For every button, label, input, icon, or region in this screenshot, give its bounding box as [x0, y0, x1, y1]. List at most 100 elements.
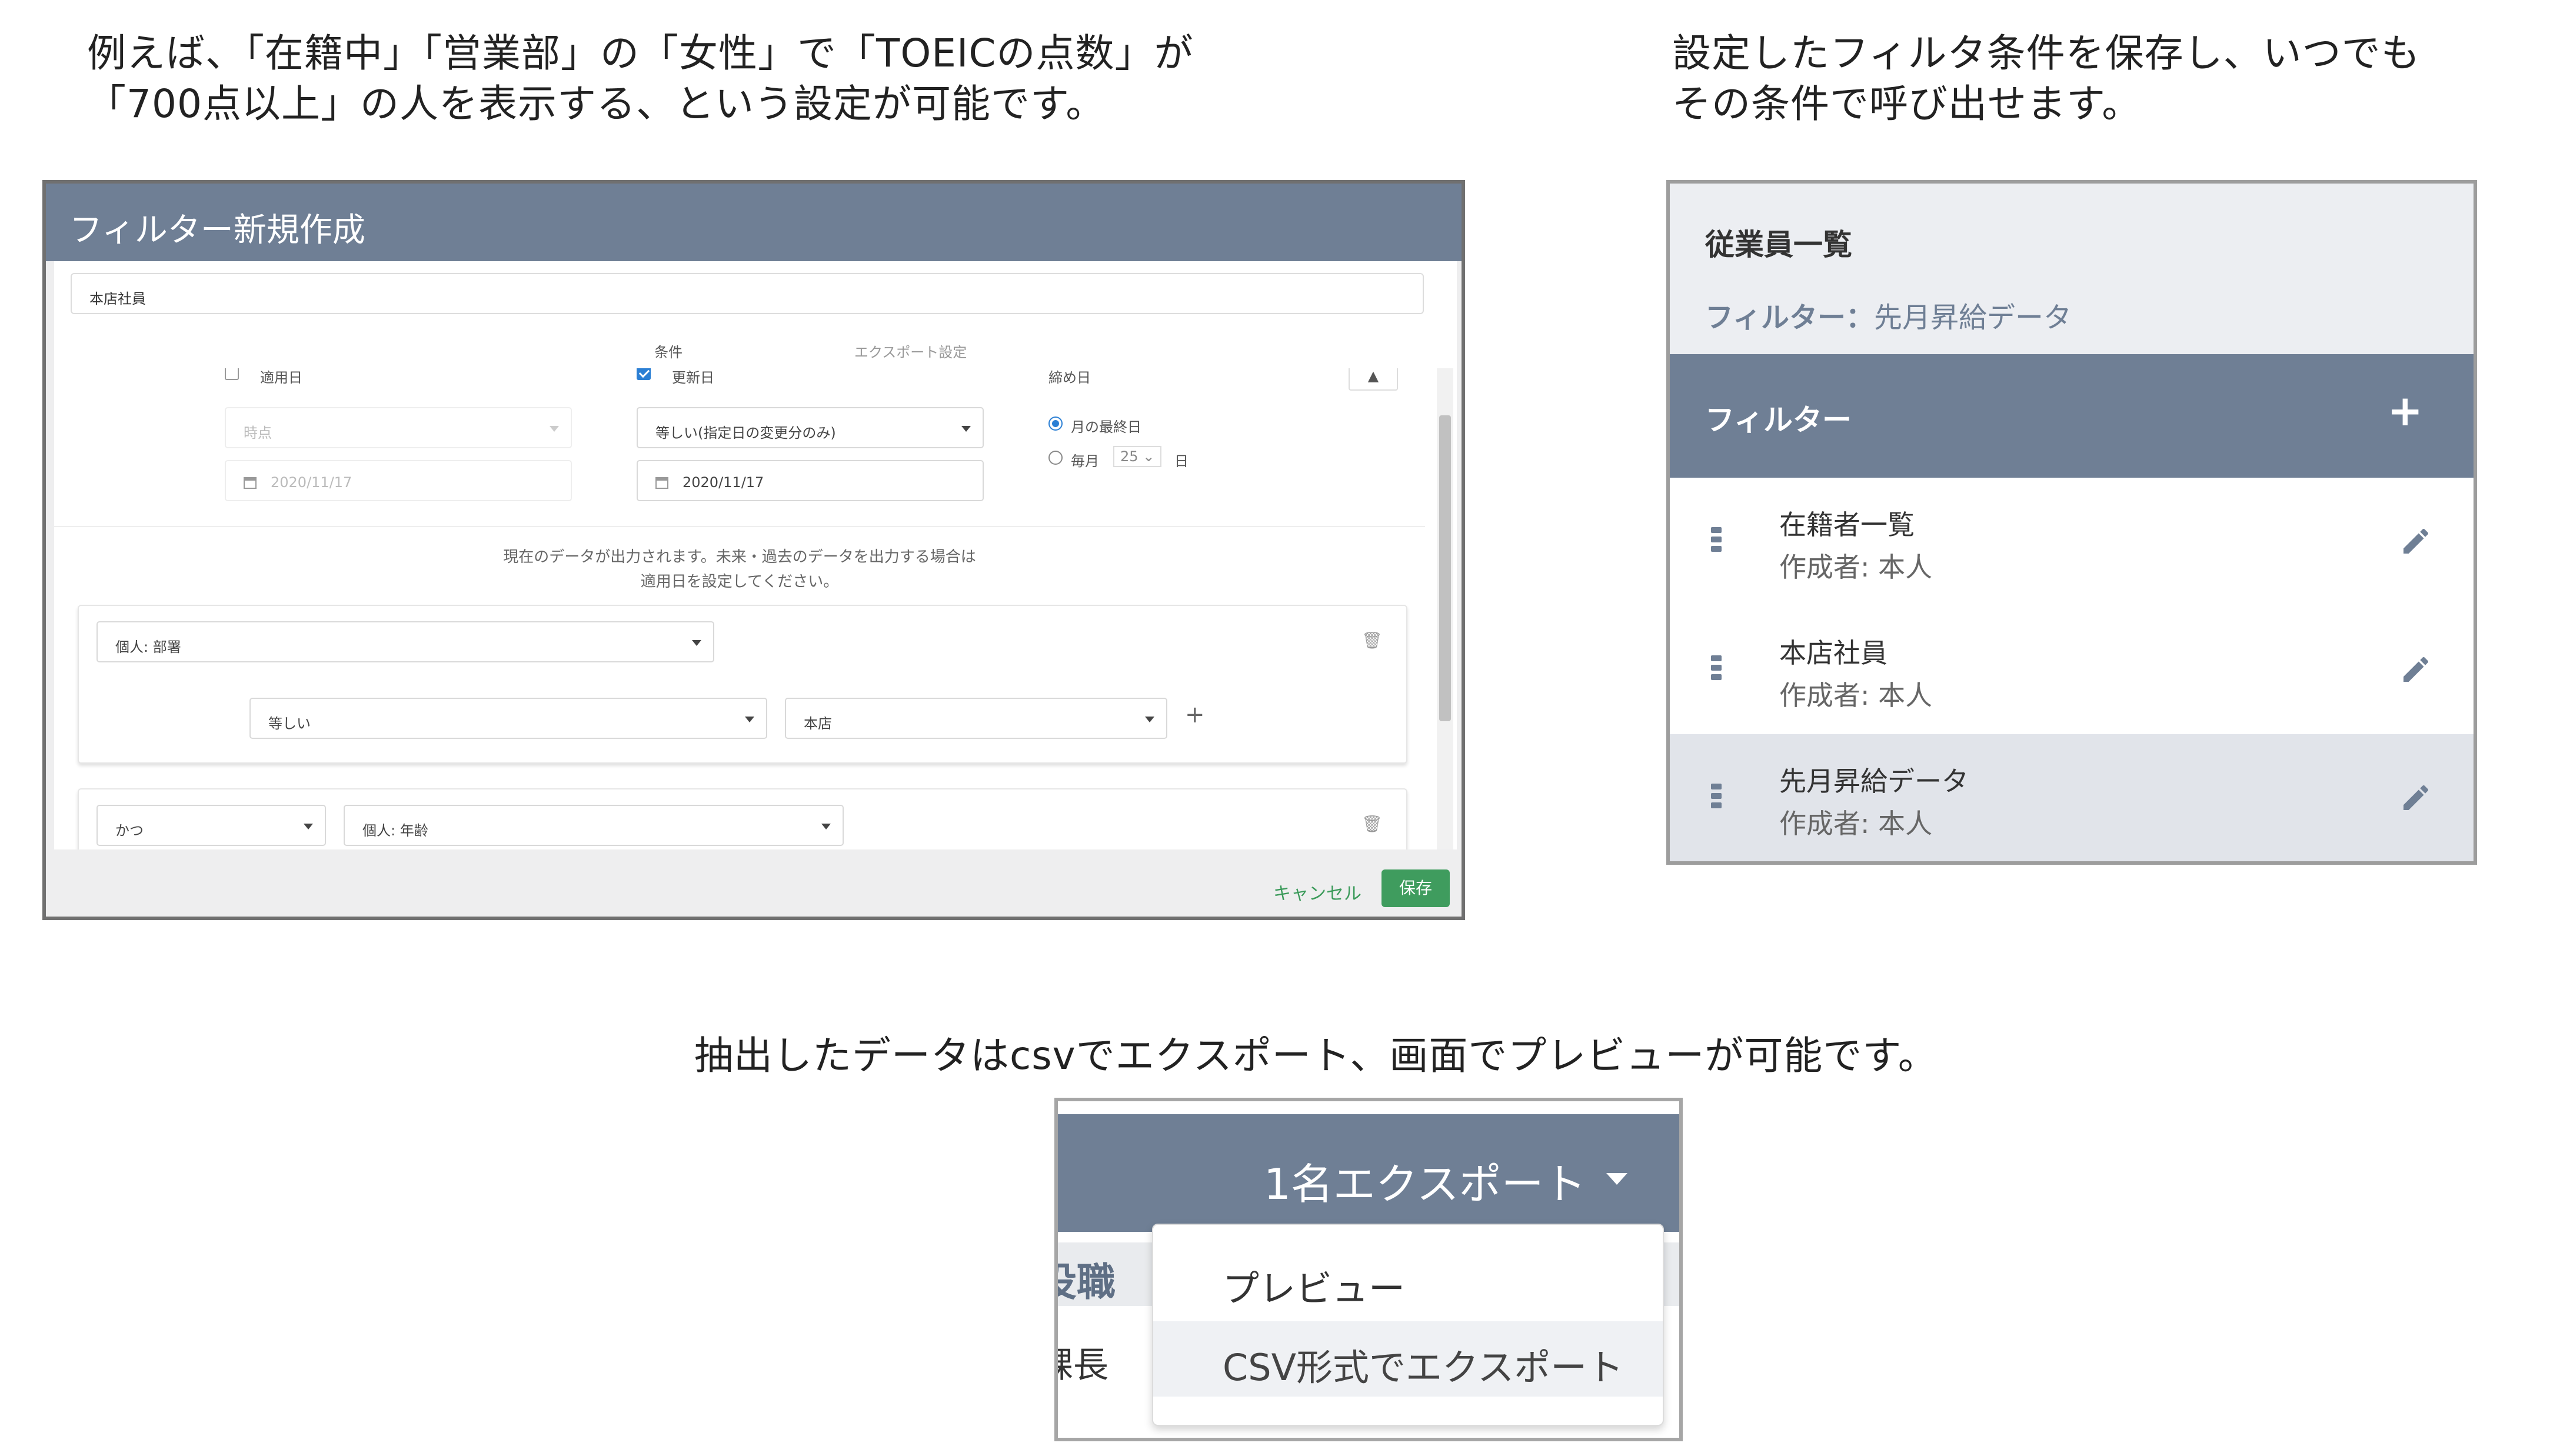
filter-section-title: フィルター — [1705, 403, 1852, 437]
radio-monthly[interactable] — [1048, 451, 1063, 465]
condition-card: かつ 個人: 年齢 🗑 — [78, 788, 1407, 849]
time-point-date-value: 2020/11/17 — [271, 474, 352, 491]
apply-date-label: 適用日 — [260, 369, 302, 386]
radio-monthly-label: 毎月 — [1071, 453, 1099, 469]
filter-section-header: フィルター + — [1670, 354, 2474, 478]
divider — [54, 526, 1425, 527]
time-point-select[interactable]: 時点 — [225, 407, 572, 448]
condition-value-value: 本店 — [804, 715, 832, 732]
filter-name: 先月昇給データ — [1779, 765, 1969, 797]
radio-end-of-month-label: 月の最終日 — [1071, 419, 1141, 435]
caption-line: その条件で呼び出せます。 — [1672, 81, 2142, 126]
calendar-icon — [244, 477, 257, 489]
filter-owner: 作成者: 本人 — [1779, 679, 1933, 711]
pencil-icon[interactable] — [2399, 781, 2432, 814]
chevron-down-icon: ⌄ — [1143, 448, 1155, 465]
chevron-up-icon: ▲ — [1367, 368, 1379, 384]
chevron-down-icon — [961, 426, 971, 432]
condition-operator-value: 等しい — [268, 715, 311, 732]
page-title: 従業員一覧 — [1705, 228, 1852, 262]
modal-title: フィルター新規作成 — [69, 211, 365, 249]
save-button[interactable]: 保存 — [1381, 869, 1450, 907]
caption-line: 「700点以上」の人を表示する、という設定が可能です。 — [87, 81, 1106, 126]
tab-export-settings[interactable]: エクスポート設定 — [854, 341, 967, 361]
active-filter-value: 先月昇給データ — [1874, 301, 2072, 334]
caption-line: 設定したフィルタ条件を保存し、いつでも — [1672, 31, 2421, 76]
update-date-value: 2020/11/17 — [683, 474, 764, 491]
condition-field-select[interactable]: 個人: 年齢 — [344, 805, 844, 846]
condition-field-value: 個人: 部署 — [115, 639, 181, 655]
drag-handle-icon[interactable] — [1711, 527, 1722, 555]
modal-body: 本店社員 条件 エクスポート設定 適用日 更新日 締め日 ▲ 時点 等しい(指定… — [54, 261, 1457, 849]
filter-list-item[interactable]: 在籍者一覧 作成者: 本人 — [1670, 478, 2474, 606]
radio-end-of-month[interactable] — [1048, 417, 1063, 431]
update-date-input[interactable]: 2020/11/17 — [637, 460, 984, 501]
filter-owner: 作成者: 本人 — [1779, 551, 1933, 583]
caption-line: 例えば、「在籍中」「営業部」の「女性」で「TOEICの点数」が — [87, 31, 1194, 76]
pencil-icon[interactable] — [2399, 525, 2432, 558]
chevron-down-icon — [745, 717, 754, 722]
condition-logic-value: かつ — [115, 822, 144, 839]
condition-logic-select[interactable]: かつ — [96, 805, 326, 846]
drag-handle-icon[interactable] — [1711, 655, 1722, 684]
export-button-label: 1名エクスポート — [1264, 1160, 1586, 1209]
caption-export: 抽出したデータはcsvでエクスポート、画面でプレビューが可能です。 — [694, 1033, 1938, 1078]
filter-name: 在籍者一覧 — [1779, 509, 1915, 541]
update-date-checkbox[interactable] — [637, 368, 651, 380]
closing-date-label: 締め日 — [1048, 369, 1091, 386]
chevron-down-icon — [692, 640, 701, 646]
filter-list-item[interactable]: 本店社員 作成者: 本人 — [1670, 606, 2474, 734]
scrollbar-thumb[interactable] — [1439, 415, 1451, 721]
modal-footer: キャンセル 保存 — [46, 849, 1462, 917]
condition-field-select[interactable]: 個人: 部署 — [96, 621, 714, 662]
export-button[interactable]: 1名エクスポート — [1058, 1114, 1679, 1232]
export-date-note: 現在のデータが出力されます。未来・過去のデータを出力する場合は 適用日を設定して… — [54, 545, 1425, 594]
filter-list-item-selected[interactable]: 先月昇給データ 作成者: 本人 — [1670, 734, 2474, 861]
time-point-select-value: 時点 — [244, 425, 272, 441]
export-panel: 役職 課長 1名エクスポート プレビュー CSV形式でエクスポート — [1054, 1098, 1683, 1441]
note-line: 適用日を設定してください。 — [640, 573, 839, 591]
active-filter-indicator: フィルター：先月昇給データ — [1705, 294, 2072, 335]
conditions-scroll-area: 適用日 更新日 締め日 ▲ 時点 等しい(指定日の変更分のみ) 月の最終日 毎月… — [54, 368, 1425, 849]
filter-name: 本店社員 — [1779, 637, 1887, 669]
chevron-down-icon — [821, 824, 831, 829]
menu-item-preview[interactable]: プレビュー — [1153, 1242, 1663, 1318]
chevron-down-icon — [304, 824, 313, 829]
condition-value-select[interactable]: 本店 — [785, 698, 1167, 739]
export-menu: プレビュー CSV形式でエクスポート — [1152, 1224, 1664, 1426]
drag-handle-icon[interactable] — [1711, 784, 1722, 812]
condition-card: 個人: 部署 🗑 等しい 本店 + — [78, 605, 1407, 764]
update-date-label: 更新日 — [672, 369, 714, 386]
active-filter-label: フィルター： — [1705, 301, 1875, 334]
cancel-button[interactable]: キャンセル — [1273, 879, 1361, 905]
menu-item-csv-export[interactable]: CSV形式でエクスポート — [1153, 1321, 1663, 1397]
trash-icon[interactable]: 🗑 — [1361, 631, 1383, 650]
add-filter-button[interactable]: + — [2388, 387, 2423, 434]
caret-down-icon — [1606, 1173, 1627, 1185]
collapse-button[interactable]: ▲ — [1349, 368, 1398, 391]
table-cell: 課長 — [1058, 1345, 1108, 1386]
condition-field-value: 個人: 年齢 — [362, 822, 428, 839]
condition-operator-select[interactable]: 等しい — [249, 698, 767, 739]
modal-header: フィルター新規作成 — [46, 184, 1462, 261]
update-condition-select[interactable]: 等しい(指定日の変更分のみ) — [637, 407, 984, 448]
time-point-date-input[interactable]: 2020/11/17 — [225, 460, 572, 501]
chevron-down-icon — [1145, 717, 1154, 722]
tab-conditions[interactable]: 条件 — [654, 341, 683, 361]
chevron-down-icon — [550, 426, 559, 432]
vertical-scrollbar[interactable] — [1437, 368, 1453, 849]
monthly-day-value: 25 — [1120, 448, 1138, 465]
day-suffix: 日 — [1174, 453, 1189, 469]
employee-filter-panel: 従業員一覧 フィルター：先月昇給データ フィルター + 在籍者一覧 作成者: 本… — [1666, 180, 2477, 865]
add-value-icon[interactable]: + — [1185, 701, 1205, 728]
caption-filter-settings: 例えば、「在籍中」「営業部」の「女性」で「TOEICの点数」が 「700点以上」… — [87, 28, 1194, 129]
filter-owner: 作成者: 本人 — [1779, 808, 1933, 839]
calendar-icon — [655, 477, 668, 489]
caption-save-filter: 設定したフィルタ条件を保存し、いつでも その条件で呼び出せます。 — [1672, 28, 2421, 129]
update-condition-select-value: 等しい(指定日の変更分のみ) — [655, 425, 836, 441]
filter-name-input[interactable]: 本店社員 — [71, 273, 1424, 314]
pencil-icon[interactable] — [2399, 653, 2432, 686]
apply-date-checkbox[interactable] — [225, 368, 239, 380]
trash-icon[interactable]: 🗑 — [1361, 814, 1383, 834]
monthly-day-select[interactable]: 25 ⌄ — [1113, 446, 1162, 467]
